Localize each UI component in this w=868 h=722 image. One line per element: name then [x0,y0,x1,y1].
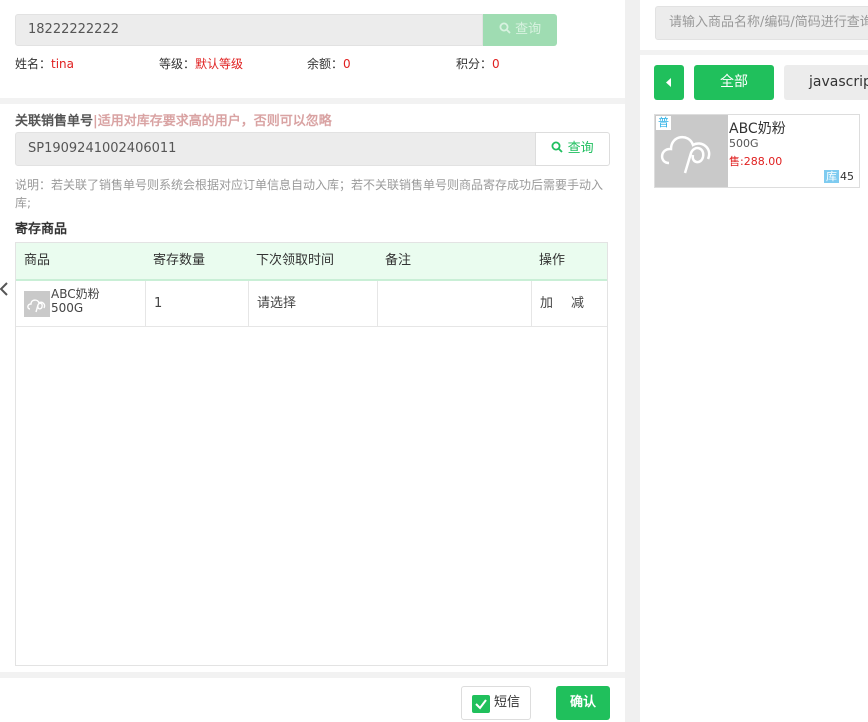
col-goods: 商品 [24,253,51,268]
cloud-placeholder-icon [24,291,50,317]
product-name: ABC奶粉 [729,121,786,137]
member-name: 姓名：tina [15,57,75,71]
row-subtract-button[interactable]: 减 [571,281,584,326]
sales-order-query-button[interactable]: 查询 [535,132,610,166]
product-badge: 普 [656,116,671,130]
left-panel: 18222222222 查询 姓名：tina 等级：默认等级 余额：0 积分：0… [0,0,625,722]
member-query-button[interactable]: 查询 [483,14,557,46]
tab-prev-button[interactable] [654,65,684,100]
sales-order-note: 说明：若关联了销售单号则系统会根据对应订单信息自动入库；若不关联销售单号则商品寄… [15,178,604,210]
divider [0,98,625,104]
divider [377,281,378,326]
stored-goods-table: 商品 寄存数量 下次领取时间 备注 操作 ABC奶粉 500G 1 请选择 加 减 [15,242,608,666]
confirm-button[interactable]: 确认 [556,686,610,720]
checkbox-checked-icon [472,695,490,713]
col-next-time: 下次领取时间 [256,253,335,268]
row-product-name: ABC奶粉 500G [51,287,100,315]
row-quantity[interactable]: 1 [154,281,162,326]
sales-order-input[interactable]: SP1909241002406011 [15,132,536,166]
search-icon [551,141,567,156]
product-price: 售:288.00 [729,155,783,168]
member-balance: 余额：0 [307,57,351,71]
sms-label: 短信 [494,695,521,710]
member-phone-input[interactable]: 18222222222 [15,14,483,46]
back-arrow-icon[interactable] [0,282,8,300]
sales-order-query-label: 查询 [567,141,594,156]
divider [531,281,532,326]
product-card[interactable]: 普 ABC奶粉 500G 售:288.00 库 45 [654,114,860,188]
product-stock: 库 45 [824,170,854,183]
member-query-label: 查询 [515,22,542,37]
stored-goods-title: 寄存商品 [15,222,68,237]
row-add-button[interactable]: 加 [540,281,553,326]
product-search-input[interactable]: 请输入商品名称/编码/简码进行查询 [655,6,868,40]
sales-order-label: 关联销售单号|适用对库存要求高的用户，否则可以忽略 [15,114,332,129]
search-icon [499,22,515,37]
divider [248,281,249,326]
row-next-time-select[interactable]: 请选择 [257,281,296,326]
divider [640,50,868,55]
sms-checkbox[interactable]: 短信 [461,686,531,720]
triangle-left-icon [654,78,684,104]
col-remark: 备注 [385,253,412,268]
tab-javascript[interactable]: javascript [784,65,868,100]
col-actions: 操作 [539,253,566,268]
divider [0,672,625,678]
tab-all[interactable]: 全部 [694,65,774,100]
member-points: 积分：0 [456,57,500,71]
table-header: 商品 寄存数量 下次领取时间 备注 操作 [16,243,607,281]
divider [145,281,146,326]
col-quantity: 寄存数量 [153,253,206,268]
member-level: 等级：默认等级 [159,57,244,71]
sales-order-hint: |适用对库存要求高的用户，否则可以忽略 [93,114,332,129]
product-spec: 500G [729,137,759,150]
table-row: ABC奶粉 500G 1 请选择 加 减 [16,281,607,327]
right-panel: 请输入商品名称/编码/简码进行查询 全部 javascript 普 ABC奶粉 … [640,0,868,722]
